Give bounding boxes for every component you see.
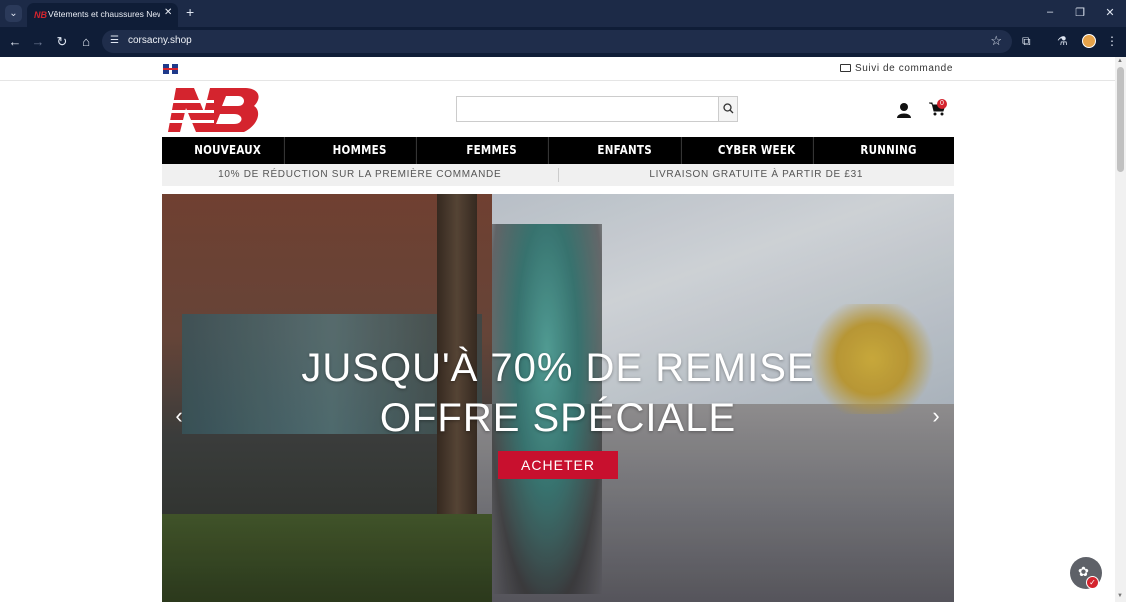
nav-item-femmes[interactable]: FEMMES xyxy=(436,137,550,164)
track-order-label: Suivi de commande xyxy=(854,63,953,74)
slider-next-arrow-icon[interactable]: › xyxy=(924,401,948,431)
hero-slider[interactable]: JUSQU'À 70% DE REMISE OFFRE SPÉCIALE ACH… xyxy=(162,194,954,602)
cookie-badge-icon: ✓ xyxy=(1086,576,1099,589)
search-input[interactable] xyxy=(457,97,719,121)
nav-item-hommes[interactable]: HOMMES xyxy=(303,137,418,164)
account-icon[interactable] xyxy=(896,102,912,118)
track-order-link[interactable]: Suivi de commande xyxy=(839,63,953,74)
hero-headline: JUSQU'À 70% DE REMISE xyxy=(301,346,815,390)
home-icon[interactable]: ⌂ xyxy=(77,34,95,49)
tab-title: Vêtements et chaussures New Balance xyxy=(48,9,160,19)
bookmark-star-icon[interactable]: ☆ xyxy=(990,33,1002,49)
promo-banner: 10% DE RÉDUCTION SUR LA PREMIÈRE COMMAND… xyxy=(162,164,954,186)
tab-close-icon[interactable]: ✕ xyxy=(164,7,172,18)
cart-count-badge: 0 xyxy=(937,99,947,109)
tab-search-button[interactable]: ⌄ xyxy=(5,5,22,22)
profile-avatar[interactable] xyxy=(1082,34,1096,48)
back-icon[interactable]: ← xyxy=(6,34,24,49)
nav-item-cyber-week[interactable]: CYBER WEEK xyxy=(700,137,814,164)
page-scrollbar[interactable]: ▲ ▼ xyxy=(1115,57,1126,602)
site-info-icon[interactable]: ☰ xyxy=(110,35,119,46)
address-bar[interactable]: ☰ corsacny.shop ☆ xyxy=(102,30,1012,53)
browser-menu-icon[interactable]: ⋮ xyxy=(1106,34,1118,48)
shop-now-button[interactable]: ACHETER xyxy=(498,451,618,479)
minimize-button[interactable]: – xyxy=(1040,6,1060,18)
hero-subheadline: OFFRE SPÉCIALE xyxy=(379,396,737,440)
new-balance-logo[interactable] xyxy=(164,86,262,134)
close-window-button[interactable]: ✕ xyxy=(1100,6,1120,19)
browser-tab-bar: ⌄ NB Vêtements et chaussures New Balance… xyxy=(0,0,1126,27)
slider-prev-arrow-icon[interactable]: ‹ xyxy=(167,401,191,431)
uk-flag-icon[interactable] xyxy=(163,64,178,74)
nav-item-nouveaux[interactable]: NOUVEAUX xyxy=(171,137,285,164)
scroll-thumb[interactable] xyxy=(1117,67,1124,172)
scroll-down-icon[interactable]: ▼ xyxy=(1117,593,1123,599)
maximize-button[interactable]: ❐ xyxy=(1070,6,1090,19)
promo-free-shipping: LIVRAISON GRATUITE À PARTIR DE £31 xyxy=(649,169,864,180)
new-tab-button[interactable]: + xyxy=(186,4,194,20)
scroll-up-icon[interactable]: ▲ xyxy=(1117,58,1123,64)
web-page: Suivi de commande 0 NOUVEAUX HOMMES FEMM… xyxy=(0,57,1115,602)
top-utility-bar: Suivi de commande xyxy=(0,57,1115,81)
labs-icon[interactable]: ⚗ xyxy=(1057,34,1068,48)
truck-icon xyxy=(839,64,851,72)
search-button[interactable] xyxy=(718,97,737,121)
nav-item-running[interactable]: RUNNING xyxy=(832,137,945,164)
forward-icon[interactable]: → xyxy=(29,34,47,49)
promo-first-order: 10% DE RÉDUCTION SUR LA PREMIÈRE COMMAND… xyxy=(218,169,502,180)
search-box[interactable] xyxy=(456,96,738,122)
main-navigation: NOUVEAUX HOMMES FEMMES ENFANTS CYBER WEE… xyxy=(162,137,954,164)
url-text[interactable]: corsacny.shop xyxy=(128,35,192,46)
new-balance-favicon-icon: NB xyxy=(34,10,47,20)
nav-item-enfants[interactable]: ENFANTS xyxy=(568,137,682,164)
browser-toolbar: ← → ↻ ⌂ ☰ corsacny.shop ☆ ⧉ ⚗ ⋮ xyxy=(0,27,1126,57)
browser-tab[interactable]: NB Vêtements et chaussures New Balance ✕ xyxy=(27,3,178,27)
search-icon xyxy=(723,103,734,114)
extensions-icon[interactable]: ⧉ xyxy=(1022,34,1031,49)
reload-icon[interactable]: ↻ xyxy=(53,34,71,50)
